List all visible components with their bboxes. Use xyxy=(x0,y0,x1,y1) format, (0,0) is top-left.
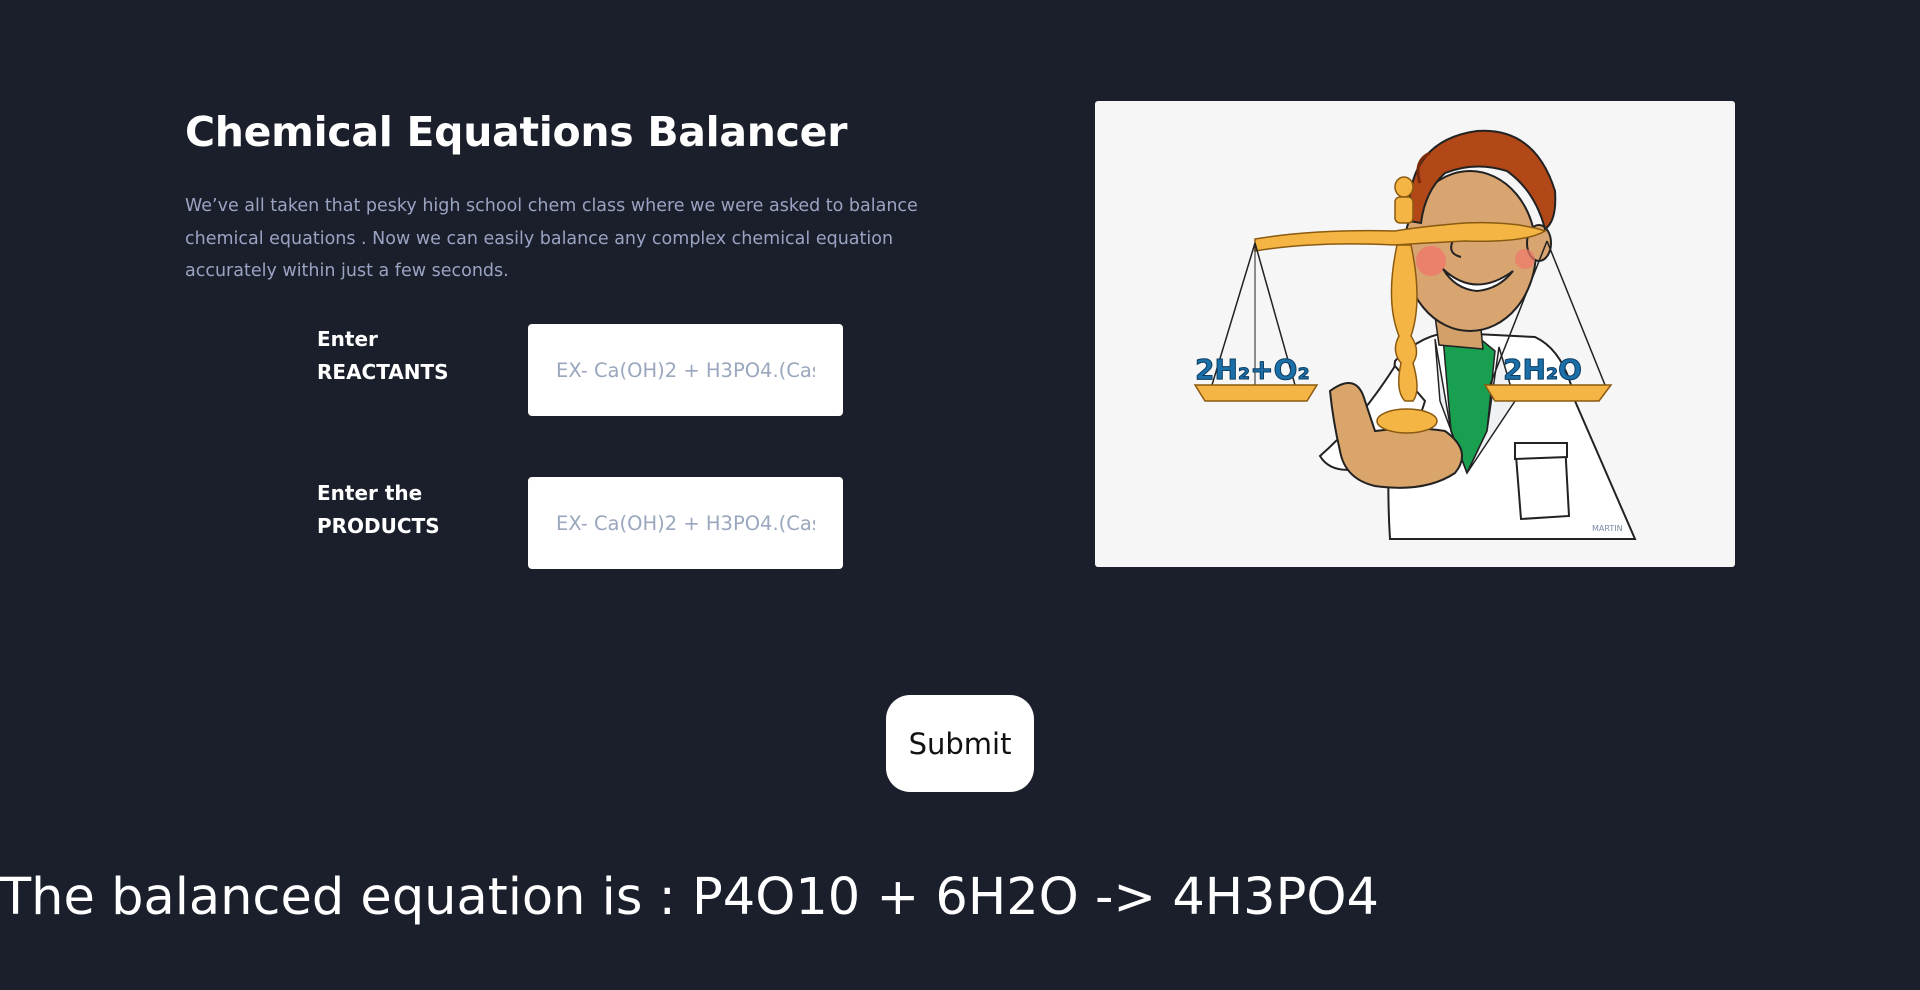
result-text: The balanced equation is : P4O10 + 6H2O … xyxy=(0,868,1379,927)
artist-signature: MARTIN xyxy=(1592,524,1623,533)
submit-button[interactable]: Submit xyxy=(886,695,1034,792)
reactants-label: Enter REACTANTS xyxy=(317,323,477,389)
intro-paragraph: We’ve all taken that pesky high school c… xyxy=(185,196,918,281)
left-pan-formula: 2H₂+O₂ xyxy=(1195,353,1310,386)
page-title: Chemical Equations Balancer xyxy=(185,108,848,156)
reactants-label-line2: REACTANTS xyxy=(317,360,449,384)
reactants-input[interactable] xyxy=(528,324,843,416)
scientist-balance-illustration: 2H₂+O₂ 2H₂O MARTIN xyxy=(1095,101,1735,567)
products-label: Enter the PRODUCTS xyxy=(317,477,477,543)
products-label-line2: PRODUCTS xyxy=(317,514,440,538)
illustration-graphic: 2H₂+O₂ 2H₂O MARTIN xyxy=(1193,129,1637,540)
products-input[interactable] xyxy=(528,477,843,569)
reactants-label-line1: Enter xyxy=(317,327,378,351)
products-label-line1: Enter the xyxy=(317,481,423,505)
right-pan-formula: 2H₂O xyxy=(1503,353,1582,386)
